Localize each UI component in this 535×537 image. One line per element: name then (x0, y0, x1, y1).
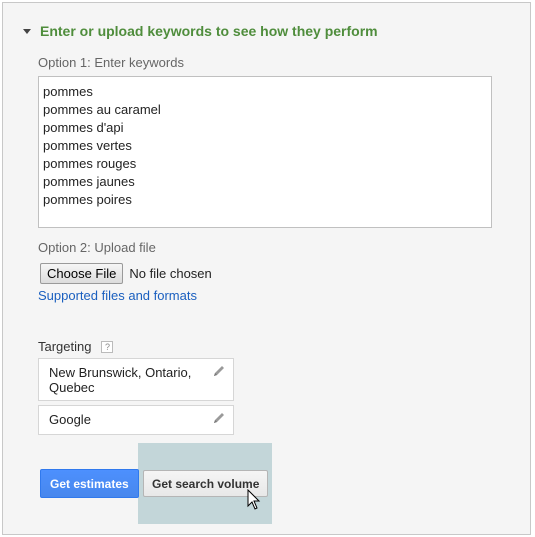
choose-file-button[interactable]: Choose File (40, 263, 124, 284)
targeting-locations-text: New Brunswick, Ontario, Quebec (49, 365, 192, 395)
pencil-icon[interactable] (212, 364, 226, 378)
question-mark-icon[interactable]: ? (101, 340, 114, 353)
keyword-line: pommes (43, 84, 93, 99)
targeting-network[interactable]: Google (38, 405, 234, 435)
get-estimates-button[interactable]: Get estimates (40, 469, 139, 498)
keyword-line: pommes d'api (43, 120, 124, 135)
no-file-chosen-text: No file chosen (129, 266, 212, 281)
mouse-cursor-icon (247, 489, 261, 510)
keyword-planner-panel: Enter or upload keywords to see how they… (2, 2, 531, 535)
keywords-textarea[interactable]: pommes pommes au caramel pommes d'api po… (38, 76, 492, 228)
targeting-header: Targeting ? (38, 339, 114, 354)
section-header[interactable]: Enter or upload keywords to see how they… (23, 23, 378, 39)
supported-files-link[interactable]: Supported files and formats (38, 288, 197, 303)
keyword-line: pommes jaunes (43, 174, 135, 189)
keyword-line: pommes vertes (43, 138, 132, 153)
keyword-line: pommes au caramel (43, 102, 161, 117)
section-title[interactable]: Enter or upload keywords to see how they… (40, 23, 378, 39)
file-upload-row: Choose File No file chosen (40, 263, 212, 284)
targeting-label: Targeting (38, 339, 92, 354)
triangle-down-icon[interactable] (23, 29, 31, 34)
keyword-line: pommes rouges (43, 156, 137, 171)
option2-label: Option 2: Upload file (38, 240, 156, 255)
pencil-icon[interactable] (212, 411, 226, 425)
keyword-line: pommes poires (43, 192, 132, 207)
option1-label: Option 1: Enter keywords (38, 55, 184, 70)
targeting-network-text: Google (49, 412, 91, 427)
targeting-locations[interactable]: New Brunswick, Ontario, Quebec (38, 358, 234, 401)
